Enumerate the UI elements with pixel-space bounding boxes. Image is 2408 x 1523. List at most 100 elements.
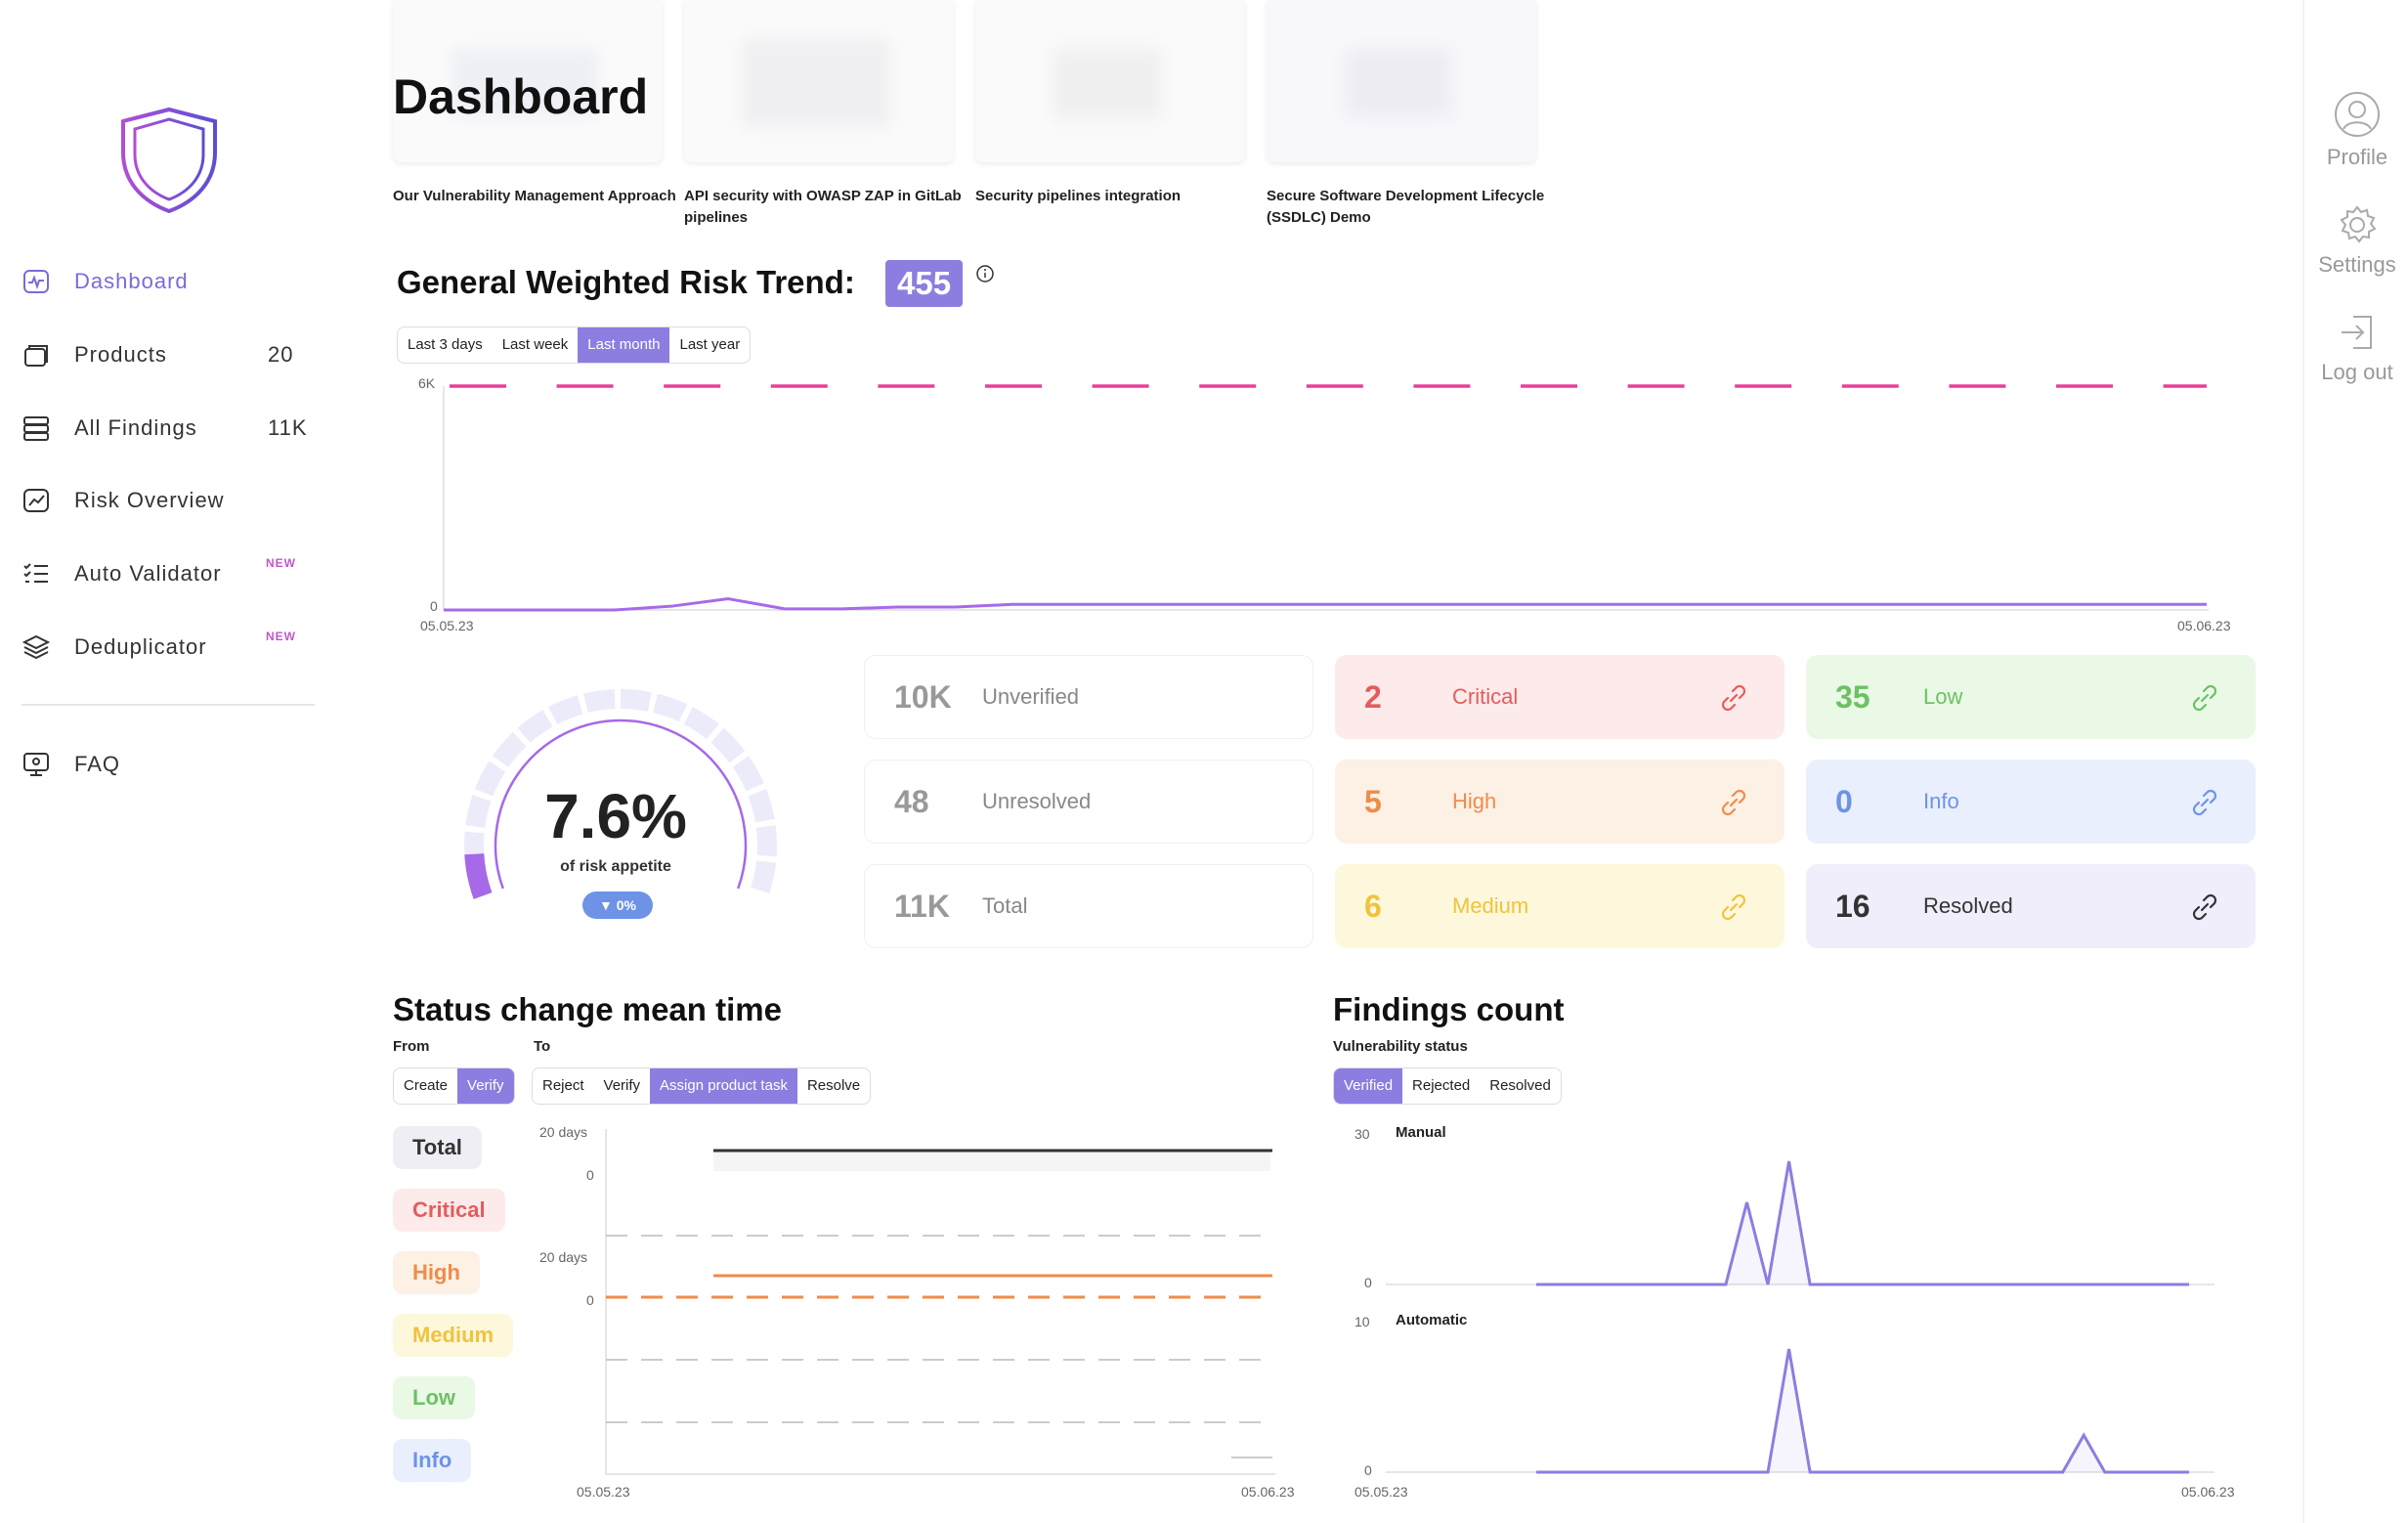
right-toolbar: Profile Settings Log out bbox=[2302, 0, 2408, 1523]
layers-icon bbox=[22, 632, 51, 662]
sidebar-item-label: Dashboard bbox=[74, 269, 189, 293]
trend-icon bbox=[22, 486, 51, 515]
from-create[interactable]: Create bbox=[394, 1068, 457, 1104]
stat-value: 48 bbox=[894, 783, 929, 819]
stat-unverified[interactable]: 10K Unverified bbox=[864, 655, 1313, 739]
thumbnail-caption[interactable]: Security pipelines integration bbox=[975, 186, 1259, 207]
sidebar-item-auto-validator[interactable]: Auto Validator NEW bbox=[22, 550, 315, 597]
video-thumbnail-4[interactable] bbox=[1267, 0, 1536, 162]
sidebar-item-all-findings[interactable]: All Findings 11K bbox=[22, 405, 315, 452]
to-reject[interactable]: Reject bbox=[533, 1068, 594, 1104]
gauge-caption: of risk appetite bbox=[560, 858, 671, 875]
stat-resolved[interactable]: 16 Resolved bbox=[1806, 864, 2256, 948]
link-icon[interactable] bbox=[1718, 892, 1749, 928]
severity-badge-low[interactable]: Low bbox=[393, 1376, 475, 1419]
video-thumbnail-2[interactable] bbox=[684, 0, 954, 162]
link-icon[interactable] bbox=[1718, 682, 1749, 718]
from-selector: Create Verify bbox=[393, 1067, 515, 1105]
severity-badge-total[interactable]: Total bbox=[393, 1126, 482, 1169]
stat-low[interactable]: 35 Low bbox=[1806, 655, 2256, 739]
stat-critical[interactable]: 2 Critical bbox=[1335, 655, 1784, 739]
sidebar-item-products[interactable]: Products 20 bbox=[22, 331, 315, 378]
sidebar-divider bbox=[22, 704, 315, 706]
link-icon[interactable] bbox=[2189, 892, 2220, 928]
sidebar-item-label: Risk Overview bbox=[74, 488, 225, 512]
findings-count: 11K bbox=[268, 415, 308, 440]
stat-label: Medium bbox=[1452, 893, 1529, 918]
gauge-delta-badge: ▼ 0% bbox=[582, 892, 653, 919]
status-change-title: Status change mean time bbox=[393, 991, 782, 1027]
logout-label: Log out bbox=[2321, 360, 2393, 384]
gear-icon bbox=[2340, 205, 2377, 243]
link-icon[interactable] bbox=[2189, 787, 2220, 823]
stat-info[interactable]: 0 Info bbox=[1806, 760, 2256, 844]
range-last-3-days[interactable]: Last 3 days bbox=[398, 327, 493, 363]
stat-medium[interactable]: 6 Medium bbox=[1335, 864, 1784, 948]
stat-label: Resolved bbox=[1923, 893, 2013, 918]
y-axis-label: 20 days bbox=[539, 1124, 588, 1140]
link-icon[interactable] bbox=[1718, 787, 1749, 823]
status-verified[interactable]: Verified bbox=[1334, 1068, 1403, 1104]
dashboard-icon bbox=[22, 267, 51, 296]
logout-button[interactable]: Log out bbox=[2304, 311, 2408, 385]
severity-badge-medium[interactable]: Medium bbox=[393, 1314, 514, 1357]
stat-value: 6 bbox=[1364, 888, 1382, 924]
link-icon[interactable] bbox=[2189, 682, 2220, 718]
stat-value: 2 bbox=[1364, 678, 1382, 715]
to-verify[interactable]: Verify bbox=[594, 1068, 651, 1104]
x-axis-start-label: 05.05.23 bbox=[420, 618, 474, 633]
stat-unresolved[interactable]: 48 Unresolved bbox=[864, 760, 1313, 844]
to-label: To bbox=[534, 1038, 551, 1055]
stat-total[interactable]: 11K Total bbox=[864, 864, 1313, 948]
risk-range-selector: Last 3 days Last week Last month Last ye… bbox=[397, 326, 752, 364]
from-label: From bbox=[393, 1038, 430, 1055]
sidebar-item-faq[interactable]: FAQ bbox=[22, 741, 315, 788]
x-axis-end-label: 05.06.23 bbox=[1241, 1484, 1295, 1500]
range-last-week[interactable]: Last week bbox=[493, 327, 579, 363]
severity-badge-info[interactable]: Info bbox=[393, 1439, 472, 1482]
gauge-delta: 0% bbox=[616, 897, 636, 913]
products-icon bbox=[22, 340, 51, 370]
vulnerability-status-label: Vulnerability status bbox=[1333, 1038, 1468, 1055]
checklist-icon bbox=[22, 559, 51, 588]
to-assign-product-task[interactable]: Assign product task bbox=[650, 1068, 797, 1104]
stat-high[interactable]: 5 High bbox=[1335, 760, 1784, 844]
y-axis-label: 20 days bbox=[539, 1249, 588, 1265]
sidebar-item-risk-overview[interactable]: Risk Overview bbox=[22, 477, 315, 524]
settings-label: Settings bbox=[2318, 252, 2396, 277]
risk-score-badge: 455 bbox=[885, 260, 964, 307]
x-axis-end-label: 05.06.23 bbox=[2181, 1484, 2235, 1500]
thumbnail-caption[interactable]: Our Vulnerability Management Approach bbox=[393, 186, 676, 207]
vulnerability-status-selector: Verified Rejected Resolved bbox=[1333, 1067, 1562, 1105]
x-axis-end-label: 05.06.23 bbox=[2177, 618, 2231, 633]
thumbnail-caption[interactable]: API security with OWASP ZAP in GitLab pi… bbox=[684, 186, 968, 229]
findings-count-title: Findings count bbox=[1333, 991, 1565, 1027]
new-badge: NEW bbox=[266, 556, 296, 570]
sidebar-item-deduplicator[interactable]: Deduplicator NEW bbox=[22, 624, 315, 671]
range-last-year[interactable]: Last year bbox=[669, 327, 750, 363]
risk-trend-chart bbox=[443, 384, 2209, 612]
status-resolved[interactable]: Resolved bbox=[1480, 1068, 1561, 1104]
shield-logo-icon[interactable] bbox=[117, 106, 221, 220]
status-change-chart bbox=[605, 1129, 1275, 1475]
stat-value: 11K bbox=[894, 888, 950, 924]
from-verify[interactable]: Verify bbox=[457, 1068, 514, 1104]
settings-button[interactable]: Settings bbox=[2304, 203, 2408, 278]
info-icon[interactable] bbox=[975, 264, 995, 288]
stat-value: 35 bbox=[1835, 678, 1870, 715]
logout-icon bbox=[2342, 316, 2372, 349]
stat-label: High bbox=[1452, 789, 1497, 813]
status-rejected[interactable]: Rejected bbox=[1402, 1068, 1480, 1104]
findings-count-chart bbox=[1386, 1160, 2214, 1474]
sidebar-item-dashboard[interactable]: Dashboard bbox=[22, 258, 315, 305]
severity-badge-high[interactable]: High bbox=[393, 1251, 480, 1294]
to-resolve[interactable]: Resolve bbox=[797, 1068, 870, 1104]
thumbnail-caption[interactable]: Secure Software Development Lifecycle (S… bbox=[1267, 186, 1550, 229]
stat-value: 5 bbox=[1364, 783, 1382, 819]
severity-badge-critical[interactable]: Critical bbox=[393, 1189, 505, 1232]
profile-button[interactable]: Profile bbox=[2304, 90, 2408, 170]
range-last-month[interactable]: Last month bbox=[578, 327, 670, 363]
sidebar-item-label: FAQ bbox=[74, 752, 121, 776]
video-thumbnail-3[interactable] bbox=[975, 0, 1245, 162]
stat-label: Unresolved bbox=[982, 789, 1092, 813]
